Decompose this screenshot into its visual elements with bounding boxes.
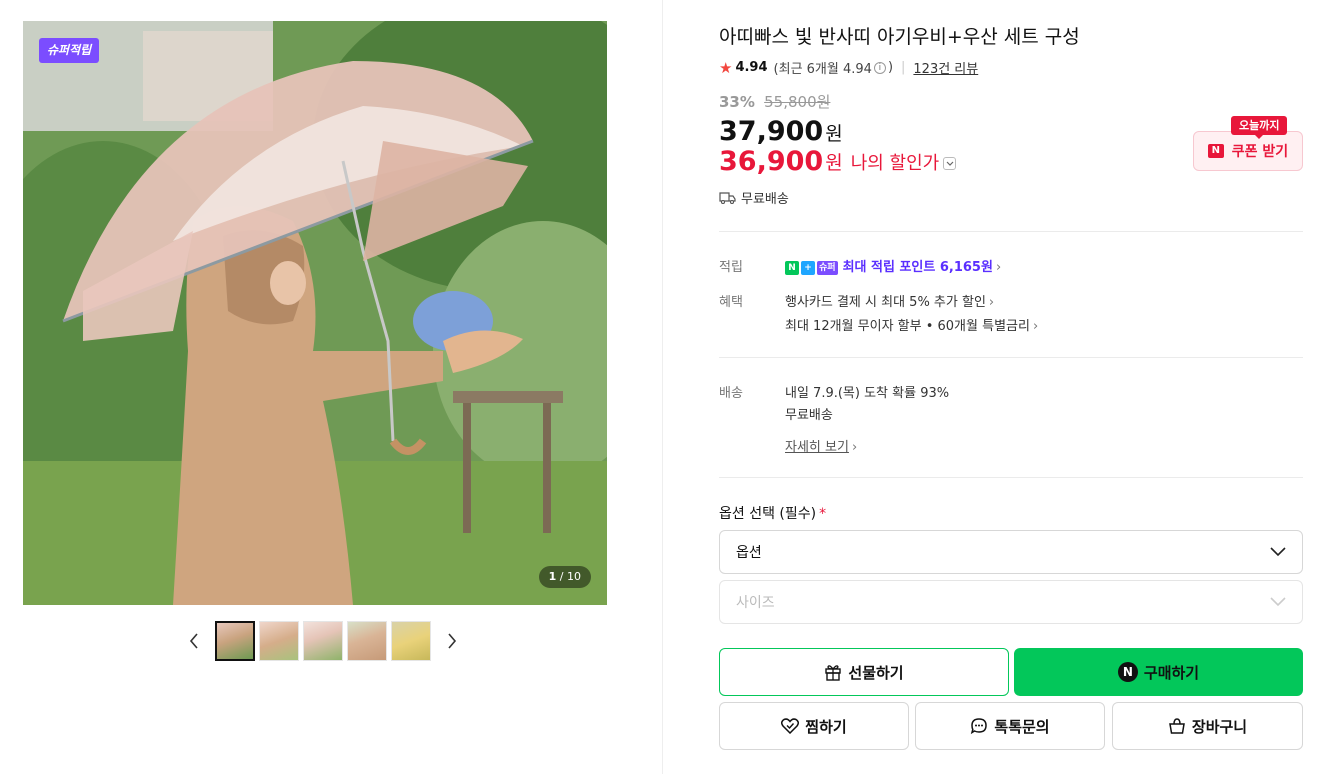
shipping-summary-text: 무료배송 <box>741 192 789 207</box>
super-points-badge: 슈퍼적립 <box>39 38 100 63</box>
shopping-bag-icon <box>1169 718 1185 734</box>
thumbnail-list <box>215 621 431 661</box>
product-title: 아띠빠스 빛 반사띠 아기우비+우산 세트 구성 <box>719 26 1080 48</box>
chevron-right-icon: › <box>1032 319 1039 334</box>
required-mark: * <box>819 506 827 522</box>
gift-button[interactable]: 선물하기 <box>719 648 1009 696</box>
sale-price-unit: 원 <box>825 123 843 145</box>
installment-text: 최대 12개월 무이자 할부 • 60개월 특별금리 <box>785 319 1030 334</box>
gift-icon <box>825 665 842 681</box>
heart-icon <box>781 718 800 734</box>
thumbnail-strip <box>183 621 463 661</box>
point-badges: N + 슈퍼 <box>785 260 838 275</box>
chevron-left-icon[interactable] <box>183 621 205 661</box>
option-select[interactable]: 옵션 <box>719 530 1303 574</box>
discount-info: 33% 55,800원 <box>719 91 830 112</box>
recent-rating-close: ) <box>887 60 894 75</box>
size-select: 사이즈 <box>719 580 1303 624</box>
chat-bubble-icon <box>971 718 988 735</box>
thumbnail-1[interactable] <box>215 621 255 661</box>
total-image-count: / 10 <box>559 570 581 583</box>
current-image-number: 1 <box>548 570 557 583</box>
delivery-estimate: 내일 7.9.(목) 도착 확률 93% <box>785 386 950 401</box>
product-gallery: 슈퍼적립 1 / 10 <box>23 21 607 661</box>
points-value[interactable]: N + 슈퍼 최대 적립 포인트 6,165원 › <box>785 256 1001 275</box>
column-divider <box>662 0 663 774</box>
delivery-key: 배송 <box>719 386 743 401</box>
shipping-summary: 무료배송 <box>719 188 789 207</box>
delivery-detail-link[interactable]: 자세히 보기 › <box>785 436 857 455</box>
info-icon[interactable]: i <box>873 61 886 74</box>
option-select-value: 옵션 <box>736 545 762 561</box>
rating-separator: | <box>901 60 906 75</box>
installment-benefit[interactable]: 최대 12개월 무이자 할부 • 60개월 특별금리 › <box>785 315 1038 334</box>
wish-button-label: 찜하기 <box>805 717 847 736</box>
thumbnail-4[interactable] <box>347 621 387 661</box>
rating-score: 4.94 <box>735 60 768 75</box>
talktalk-button-label: 톡톡문의 <box>994 717 1050 736</box>
image-page-counter: 1 / 10 <box>538 566 591 588</box>
sale-price: 37,900 원 <box>719 116 843 147</box>
talktalk-button[interactable]: 톡톡문의 <box>915 702 1105 750</box>
chevron-right-icon: › <box>851 440 858 455</box>
divider <box>719 477 1303 478</box>
chevron-down-icon <box>1270 597 1286 607</box>
benefits-key: 혜택 <box>719 295 743 310</box>
chevron-right-icon[interactable] <box>441 621 463 661</box>
review-count-link[interactable]: 123건 리뷰 <box>913 58 978 77</box>
chevron-down-icon[interactable] <box>943 157 957 170</box>
chevron-right-icon: › <box>988 295 995 310</box>
option-label-text: 옵션 선택 (필수) <box>719 506 817 522</box>
rating-summary: ★ 4.94 (최근 6개월 4.94 i ) | 123건 리뷰 <box>719 58 978 78</box>
naver-pay-icon: N <box>1117 662 1138 682</box>
divider <box>719 231 1303 232</box>
delivery-fee: 무료배송 <box>785 408 833 423</box>
size-select-value: 사이즈 <box>736 595 775 611</box>
card-benefit-text: 행사카드 결제 시 최대 5% 추가 할인 <box>785 295 986 310</box>
chevron-down-icon <box>1270 547 1286 557</box>
star-icon: ★ <box>719 58 733 77</box>
cart-button-label: 장바구니 <box>1191 717 1248 736</box>
my-price-value: 36,900 <box>719 146 824 177</box>
original-price: 55,800원 <box>764 93 831 111</box>
my-discount-price: 36,900 원 나의 할인가 <box>719 146 957 177</box>
wish-button[interactable]: 찜하기 <box>719 702 909 750</box>
buy-button[interactable]: N 구매하기 <box>1014 648 1303 696</box>
recent-rating-text: (최근 6개월 4.94 <box>773 62 872 77</box>
coupon-label: 쿠폰 받기 <box>1231 144 1289 160</box>
get-coupon-button[interactable]: N 쿠폰 받기 <box>1193 131 1303 171</box>
super-badge: 슈퍼 <box>817 260 838 275</box>
thumbnail-2[interactable] <box>259 621 299 661</box>
naver-badge: N <box>785 260 799 275</box>
naver-n-icon: N <box>1207 144 1224 158</box>
thumbnail-5[interactable] <box>391 621 431 661</box>
truck-icon <box>719 192 736 204</box>
my-price-unit: 원 <box>825 152 843 174</box>
cart-button[interactable]: 장바구니 <box>1112 702 1303 750</box>
gift-button-label: 선물하기 <box>848 663 904 682</box>
sale-price-value: 37,900 <box>719 116 824 147</box>
buy-button-label: 구매하기 <box>1143 663 1200 682</box>
photo-illustration <box>23 21 607 605</box>
plus-badge: + <box>801 260 815 275</box>
card-benefit[interactable]: 행사카드 결제 시 최대 5% 추가 할인 › <box>785 291 994 310</box>
chevron-right-icon: › <box>995 260 1002 275</box>
delivery-detail-text: 자세히 보기 <box>785 440 849 455</box>
points-key: 적립 <box>719 260 743 275</box>
discount-rate: 33% <box>719 93 755 111</box>
thumbnail-3[interactable] <box>303 621 343 661</box>
option-section-label: 옵션 선택 (필수) * <box>719 503 826 523</box>
main-product-image[interactable]: 슈퍼적립 1 / 10 <box>23 21 607 605</box>
max-points-text: 최대 적립 포인트 6,165원 <box>842 260 993 275</box>
divider <box>719 357 1303 358</box>
today-only-tag: 오늘까지 <box>1231 116 1288 139</box>
my-price-label: 나의 할인가 <box>850 152 940 174</box>
